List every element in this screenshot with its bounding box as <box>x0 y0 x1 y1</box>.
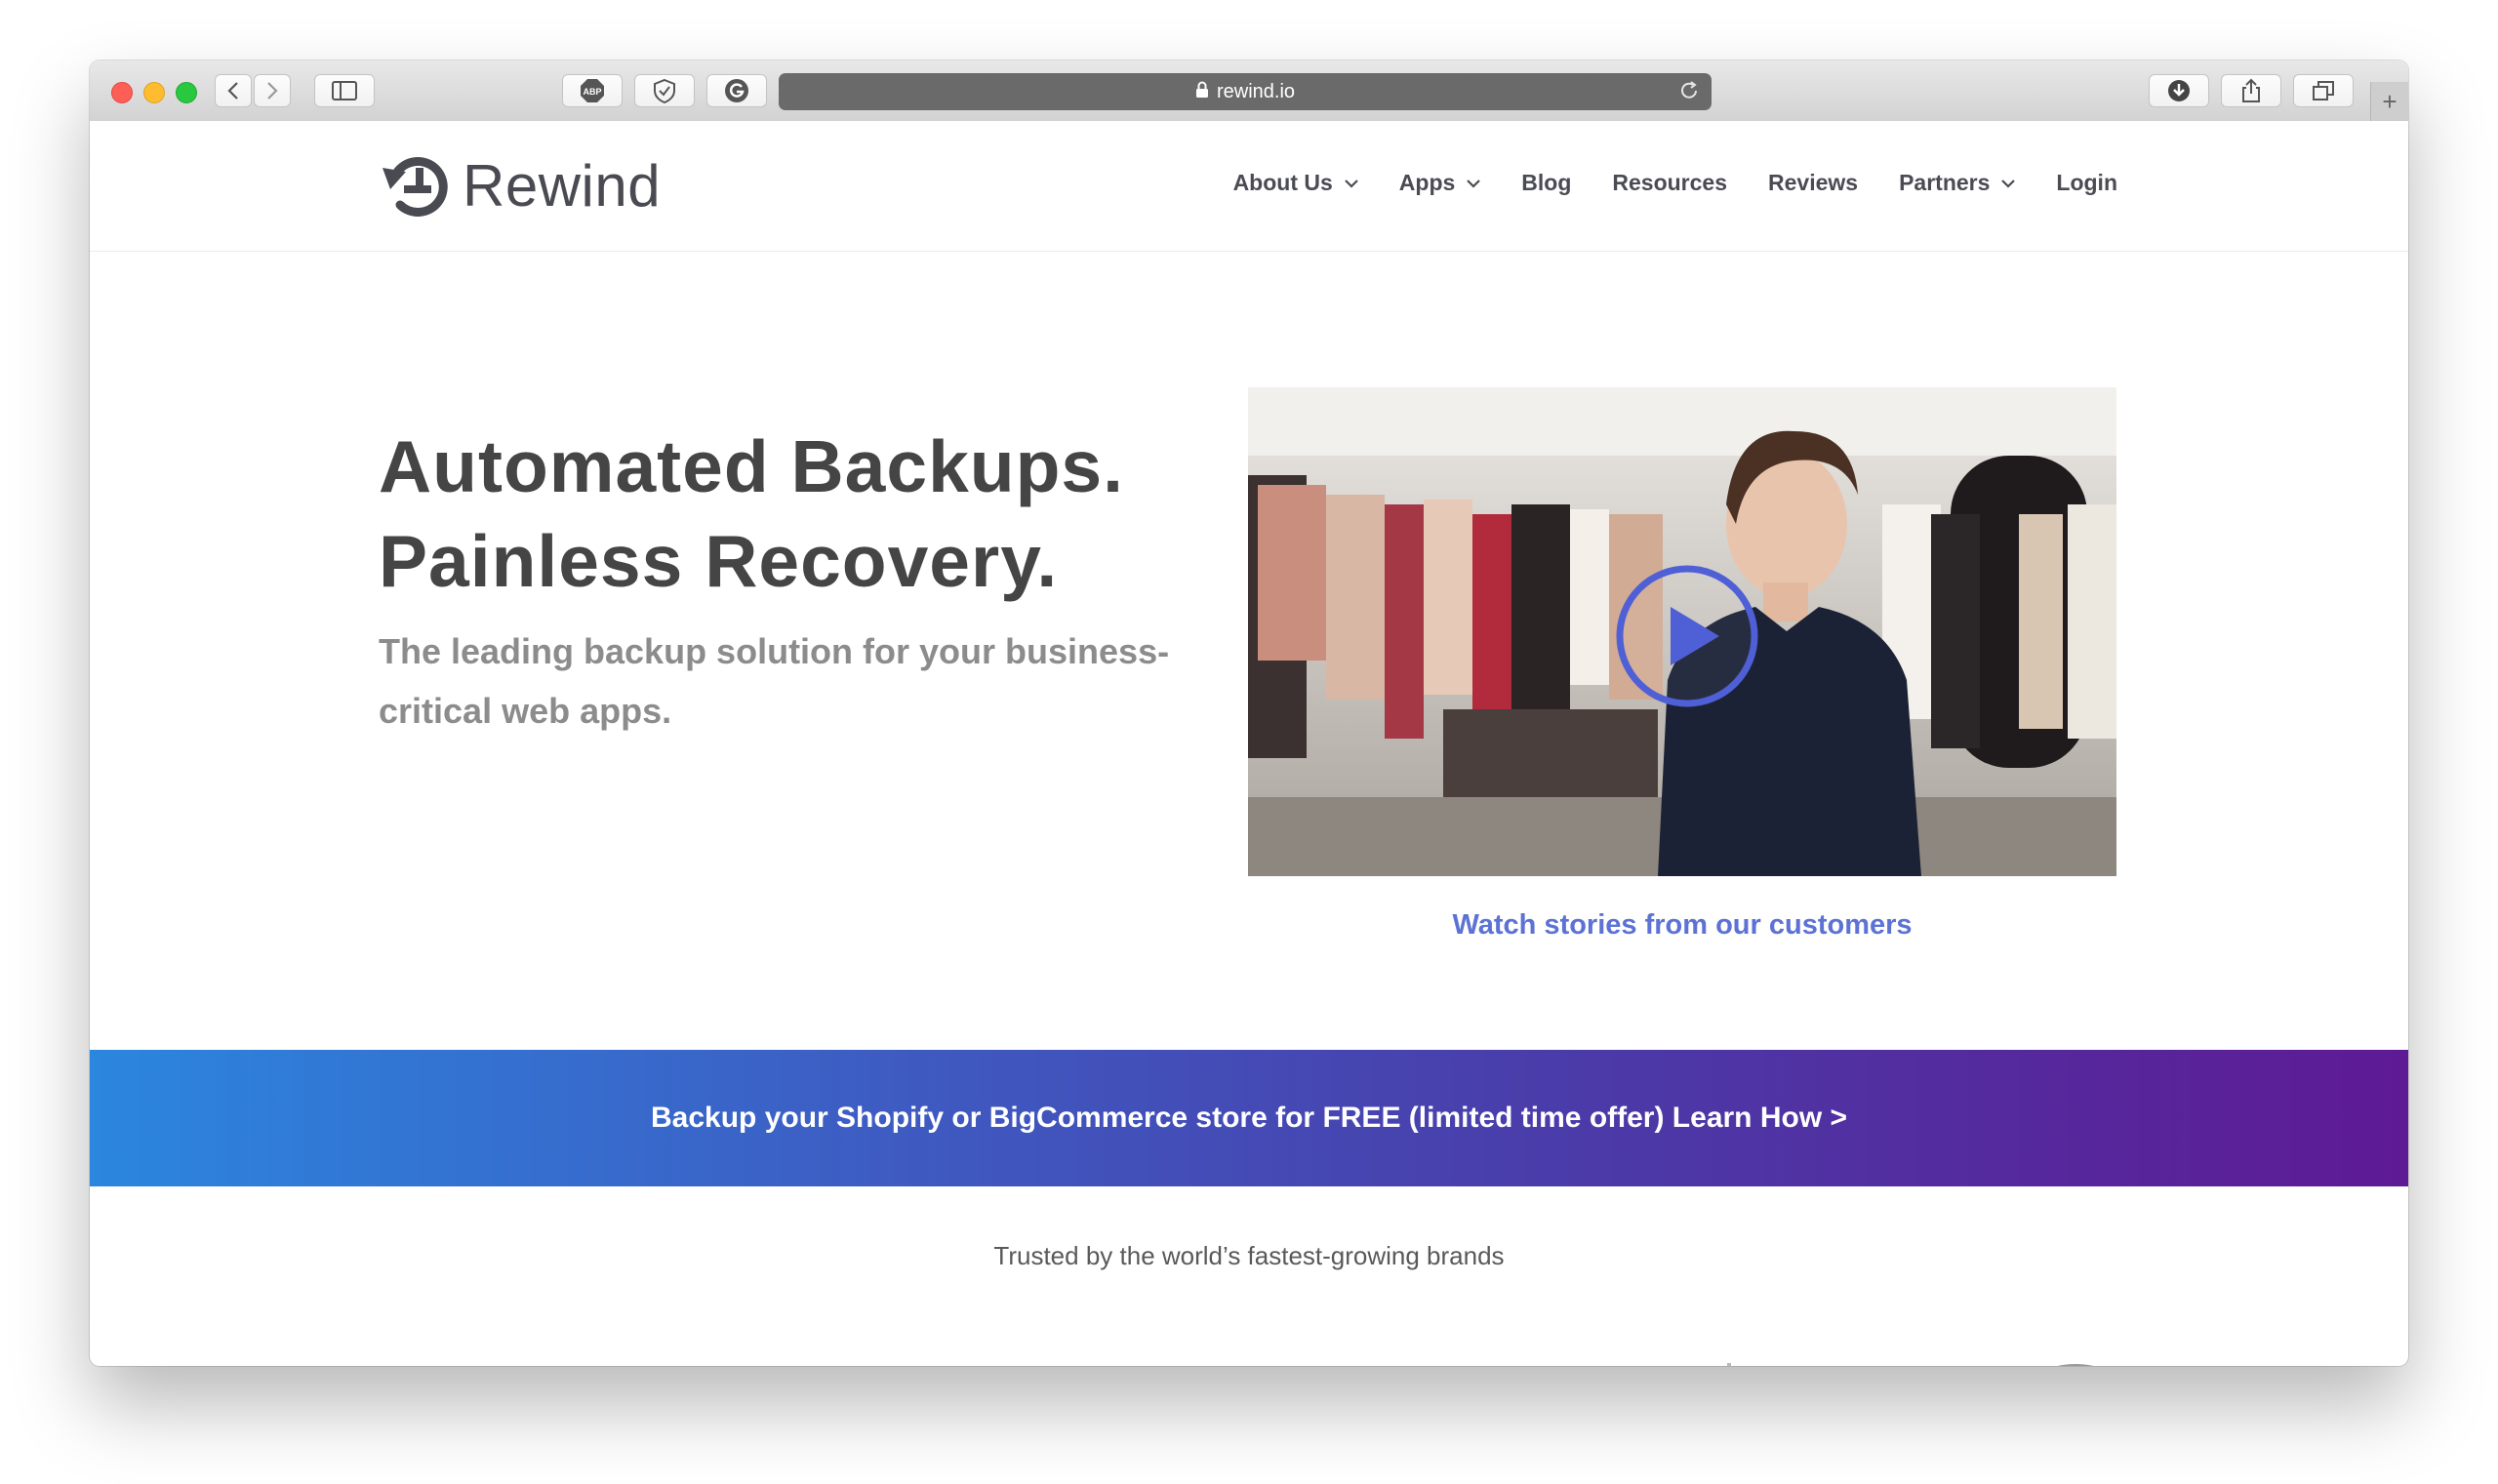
nav-partners[interactable]: Partners <box>1899 170 2016 196</box>
nav-label: Apps <box>1398 170 1456 195</box>
adblock-extension-button[interactable]: ABP <box>562 74 623 107</box>
nav-reviews[interactable]: Reviews <box>1768 170 1858 196</box>
nav-label: Reviews <box>1768 170 1859 195</box>
nav-label: Blog <box>1521 170 1572 195</box>
hero-title-line-2: Painless Recovery. <box>379 520 1059 602</box>
tabs-overview-button[interactable] <box>2293 74 2354 107</box>
sidebar-icon <box>332 81 357 100</box>
customer-video[interactable] <box>1248 387 2116 876</box>
lock-icon <box>1195 81 1209 103</box>
site-header: Rewind About Us Apps Blog Resources Revi… <box>90 121 2408 252</box>
hero-title-line-1: Automated Backups. <box>379 425 1124 507</box>
nav-label: Resources <box>1612 170 1728 195</box>
nav-about-us[interactable]: About Us <box>1233 170 1358 196</box>
shield-icon <box>654 78 675 103</box>
back-button[interactable] <box>215 74 252 107</box>
nav-label: Partners <box>1899 170 1991 195</box>
minimize-window-button[interactable] <box>143 82 165 103</box>
promo-banner-text: Backup your Shopify or BigCommerce store… <box>650 1102 1848 1134</box>
trusted-brands-heading: Trusted by the world’s fastest-growing b… <box>993 1241 1505 1270</box>
nav-label: Login <box>2056 170 2117 195</box>
reload-icon[interactable] <box>1678 80 1700 107</box>
watch-stories-link[interactable]: Watch stories from our customers <box>1248 909 2116 942</box>
rewind-logo[interactable]: Rewind <box>381 146 661 224</box>
rewind-logo-icon <box>383 157 448 217</box>
chevron-down-icon <box>2001 176 2016 191</box>
share-icon <box>2242 78 2260 102</box>
brand-logo <box>1710 1358 1749 1366</box>
nav-login[interactable]: Login <box>2056 170 2117 196</box>
hero-subtitle: The leading backup solution for your bus… <box>379 631 1170 731</box>
brand-logo <box>705 1358 890 1366</box>
forward-button[interactable] <box>254 74 291 107</box>
address-bar[interactable]: rewind.io <box>779 73 1712 110</box>
new-tab-button[interactable]: + <box>2370 82 2408 121</box>
chevron-down-icon <box>1467 176 1481 191</box>
tabs-icon <box>2313 81 2334 100</box>
grammarly-icon <box>725 79 748 102</box>
zoom-window-button[interactable] <box>176 82 197 103</box>
brand-logo <box>2032 1358 2119 1366</box>
adblock-icon: ABP <box>581 79 604 102</box>
grammarly-extension-button[interactable] <box>706 74 767 107</box>
plus-icon: + <box>2382 86 2397 116</box>
sidebar-toggle-button[interactable] <box>314 74 375 107</box>
svg-text:ABP: ABP <box>583 87 601 97</box>
downloads-button[interactable] <box>2149 74 2209 107</box>
logo-text: Rewind <box>463 152 662 219</box>
nav-label: About Us <box>1232 170 1333 195</box>
nav-blog[interactable]: Blog <box>1521 170 1571 196</box>
privacy-extension-button[interactable] <box>634 74 695 107</box>
nav-apps[interactable]: Apps <box>1399 170 1481 196</box>
browser-toolbar: ABP rewind.io + <box>90 60 2408 122</box>
chevron-right-icon <box>267 82 278 100</box>
chevron-left-icon <box>227 82 238 100</box>
url-text: rewind.io <box>1216 80 1296 102</box>
browser-window: ABP rewind.io + Rewind About Us Apps Blo… <box>90 60 2408 1366</box>
chevron-down-icon <box>1345 176 1358 191</box>
promo-banner[interactable]: Backup your Shopify or BigCommerce store… <box>90 1050 2408 1186</box>
download-icon <box>2168 80 2190 101</box>
nav-resources[interactable]: Resources <box>1612 170 1727 196</box>
hero-title: Automated Backups. Painless Recovery. <box>379 420 1237 609</box>
main-nav: About Us Apps Blog Resources Reviews Par… <box>1192 170 2117 196</box>
share-button[interactable] <box>2221 74 2281 107</box>
close-window-button[interactable] <box>111 82 133 103</box>
play-button-icon[interactable] <box>1614 563 1760 709</box>
